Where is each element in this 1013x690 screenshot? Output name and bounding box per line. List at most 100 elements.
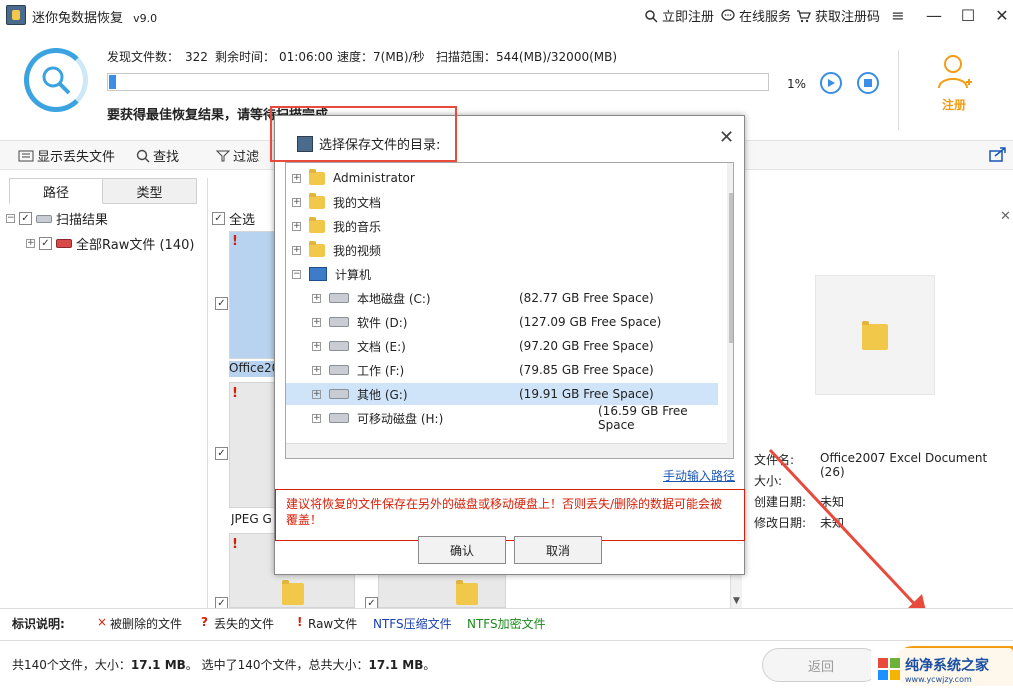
file-checkbox[interactable]: ✓ [215, 447, 228, 460]
tree-item-label: 本地磁盘 (C:) [357, 291, 431, 306]
tree-scroll-thumb[interactable] [729, 193, 733, 343]
expand-icon[interactable]: + [26, 239, 35, 248]
tree-item-drive-c[interactable]: + 本地磁盘 (C:) (82.77 GB Free Space) [286, 287, 718, 309]
tree-raw-checkbox[interactable]: ✓ [39, 237, 52, 250]
expand-icon[interactable]: + [312, 317, 321, 327]
expand-icon[interactable]: + [292, 245, 301, 255]
app-logo-icon [6, 5, 26, 25]
expand-icon[interactable]: + [312, 341, 321, 351]
collapse-icon[interactable]: − [6, 214, 15, 223]
register-link[interactable]: 立即注册 [644, 6, 714, 25]
back-button[interactable]: 返回 [762, 648, 880, 682]
tree-item-music[interactable]: + 我的音乐 [286, 215, 718, 237]
tree-item-label: 软件 (D:) [357, 315, 408, 330]
tree-raw-label: 全部Raw文件 (140) [76, 238, 195, 253]
expand-icon[interactable]: + [292, 173, 301, 183]
tree-item-drive-e[interactable]: + 文档 (E:) (97.20 GB Free Space) [286, 335, 718, 357]
collapse-icon[interactable]: − [292, 269, 301, 279]
filter-label: 过滤 [233, 150, 260, 165]
expand-icon[interactable]: + [312, 413, 321, 423]
free-space-label: (16.59 GB Free Space [598, 404, 688, 432]
ok-button[interactable]: 确认 [418, 536, 506, 564]
tree-raw-files[interactable]: + ✓ 全部Raw文件 (140) [26, 234, 194, 253]
maximize-button[interactable]: ☐ [956, 4, 980, 26]
tree-root-checkbox[interactable]: ✓ [19, 212, 32, 225]
free-space-label: (19.91 GB Free Space) [519, 387, 654, 401]
file-thumbnail[interactable] [229, 231, 275, 359]
tree-hscrollbar[interactable] [286, 443, 727, 458]
folder-icon [282, 580, 304, 605]
expand-icon[interactable]: + [312, 389, 321, 399]
tree-item-drive-g[interactable]: + 其他 (G:) (19.91 GB Free Space) [286, 383, 718, 405]
file-name: Office20 [229, 361, 275, 377]
online-service-link[interactable]: 在线服务 [721, 6, 791, 25]
legend-lost: 丢失的文件 [214, 617, 275, 631]
expand-icon[interactable]: + [292, 221, 301, 231]
legend-ntfs-encrypted: NTFS加密文件 [467, 617, 546, 631]
select-all[interactable]: ✓ 全选 [212, 209, 255, 228]
scan-status-icon [24, 48, 88, 112]
deleted-mark-icon: × [97, 615, 108, 629]
tree-item-label: 我的文档 [333, 195, 382, 210]
stop-button[interactable] [857, 72, 879, 94]
tree-item-videos[interactable]: + 我的视频 [286, 239, 718, 261]
cancel-button[interactable]: 取消 [514, 536, 602, 564]
tree-item-label: 我的视频 [333, 243, 382, 258]
save-dir-dialog: 选择保存文件的目录: ✕ + Administrator + 我的文档 + 我的音乐 + 我的… [274, 115, 745, 575]
expand-icon[interactable]: + [292, 197, 301, 207]
legend-deleted: 被删除的文件 [110, 617, 183, 631]
file-checkbox[interactable]: ✓ [215, 297, 228, 310]
expand-icon[interactable]: + [312, 293, 321, 303]
filter-button[interactable]: 过滤 [216, 146, 259, 165]
tree-item-drive-f[interactable]: + 工作 (F:) (79.85 GB Free Space) [286, 359, 718, 381]
minimize-button[interactable]: — [922, 4, 946, 26]
drive-icon [329, 317, 349, 327]
tab-path[interactable]: 路径 [9, 178, 103, 204]
tree-item-administrator[interactable]: + Administrator [286, 167, 718, 189]
menu-icon[interactable]: ≡ [886, 4, 910, 26]
show-lost-files-button[interactable]: 显示丢失文件 [18, 146, 115, 165]
tree-item-computer[interactable]: − 计算机 [286, 263, 718, 285]
app-title: 迷你兔数据恢复 v9.0 [32, 7, 157, 26]
list-icon [18, 150, 34, 161]
expand-icon[interactable]: + [312, 365, 321, 375]
tree-item-documents[interactable]: + 我的文档 [286, 191, 718, 213]
tree-item-drive-d[interactable]: + 软件 (D:) (127.09 GB Free Space) [286, 311, 718, 333]
tree-item-label: Administrator [333, 171, 415, 185]
register-button-label[interactable]: 注册 [942, 96, 966, 113]
drive-icon [329, 413, 349, 423]
watermark-title: 纯净系统之家 [905, 657, 989, 674]
tree-root[interactable]: − ✓ 扫描结果 [6, 209, 108, 228]
tree-item-label: 其他 (G:) [357, 387, 408, 402]
scroll-down-icon[interactable]: ▼ [733, 596, 740, 606]
tree-item-drive-h[interactable]: + 可移动磁盘 (H:) (16.59 GB Free Space [286, 404, 718, 432]
scan-range: 扫描范围：544(MB)/32000(MB) [436, 50, 618, 64]
close-preview-icon[interactable]: ✕ [1000, 209, 1011, 224]
cart-icon [797, 9, 811, 22]
export-icon[interactable] [989, 146, 1007, 162]
free-space-label: (79.85 GB Free Space) [519, 363, 654, 377]
resume-button[interactable] [820, 72, 842, 94]
show-lost-files-label: 显示丢失文件 [37, 150, 116, 165]
search-button[interactable]: 查找 [136, 146, 179, 165]
select-all-checkbox[interactable]: ✓ [212, 212, 225, 225]
preview-box [815, 275, 935, 395]
lost-mark-icon: ? [201, 615, 208, 629]
drive-icon [329, 365, 349, 375]
manual-path-link[interactable]: 手动输入路径 [663, 467, 735, 484]
chat-icon [721, 8, 735, 21]
get-code-link[interactable]: 获取注册码 [796, 6, 880, 25]
dialog-close-button[interactable]: ✕ [719, 127, 734, 148]
tab-type[interactable]: 类型 [103, 178, 197, 204]
legend-raw: Raw文件 [308, 617, 358, 631]
lost-file-mark: ! [232, 234, 238, 249]
lost-file-mark: ! [232, 537, 238, 552]
search-icon [645, 9, 658, 23]
raw-mark-icon: ! [297, 615, 303, 629]
close-button[interactable]: ✕ [990, 4, 1013, 26]
arrow-annotation [768, 448, 928, 620]
system-drive-icon [329, 293, 349, 303]
music-folder-icon [309, 216, 325, 233]
free-space-label: (127.09 GB Free Space) [519, 315, 662, 329]
folder-icon [455, 580, 478, 605]
